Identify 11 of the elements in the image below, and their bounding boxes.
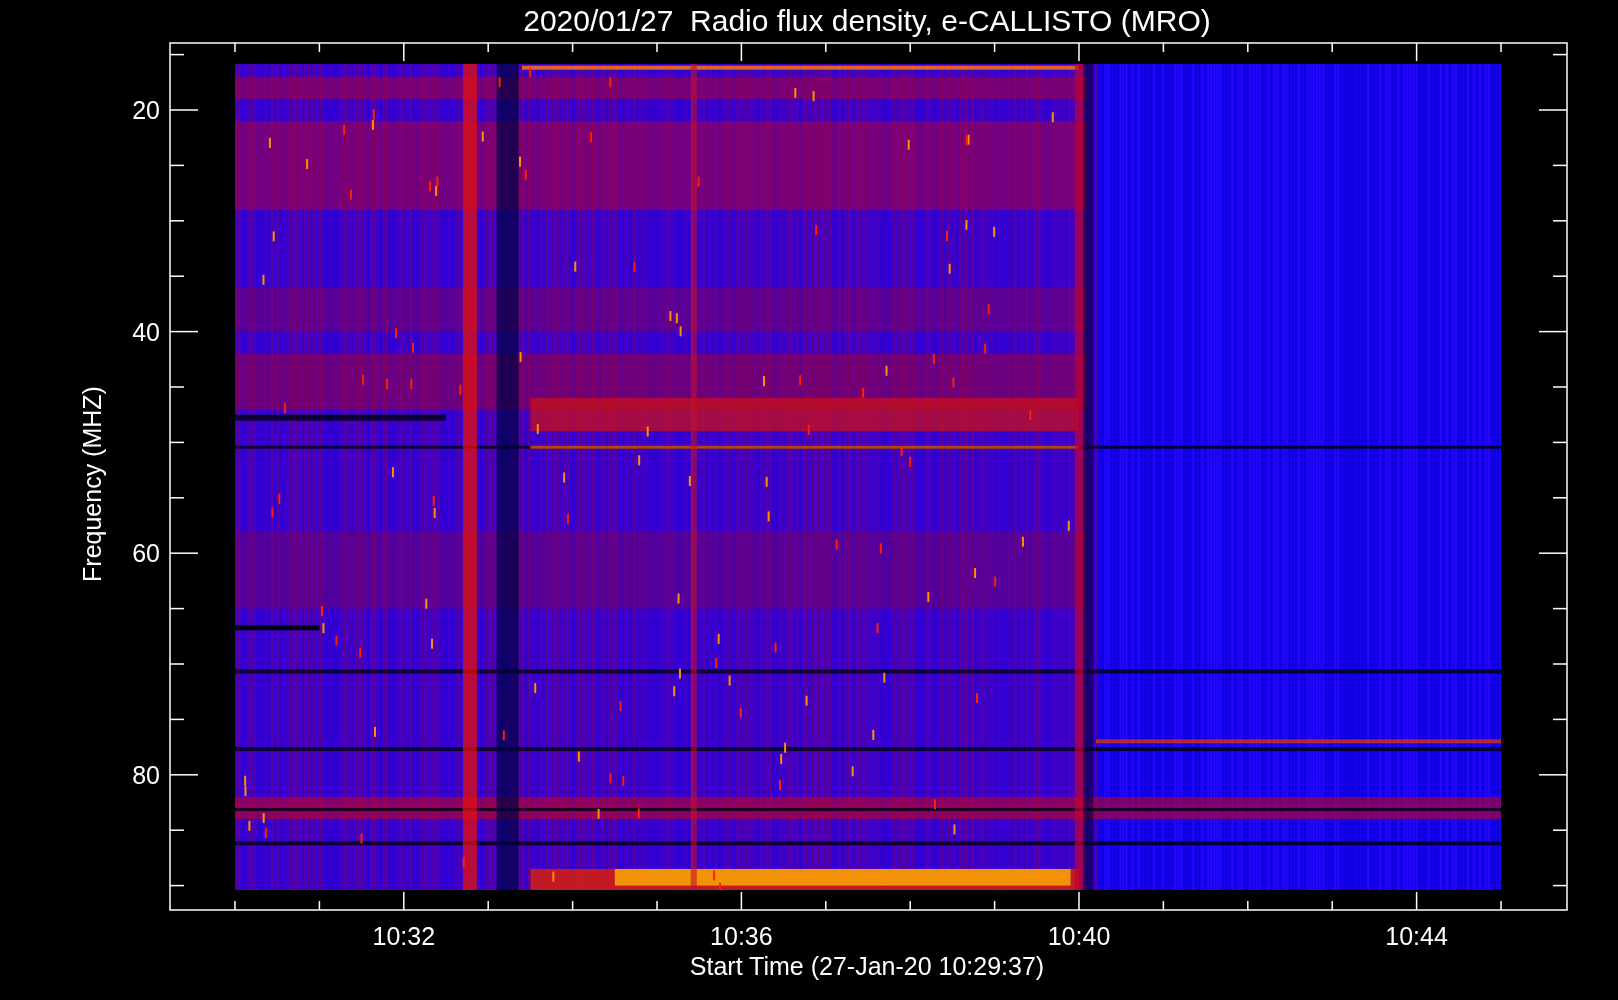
y-tick-label: 40 [132,317,160,346]
x-axis-title: Start Time (27-Jan-20 10:29:37) [689,952,1045,980]
y-tick-label: 60 [132,539,160,568]
y-tick-label: 80 [132,760,160,789]
x-tick-label: 10:40 [1047,922,1111,950]
x-tick-label: 10:36 [710,922,773,950]
x-tick-label: 10:44 [1385,922,1448,950]
y-tick-label: 20 [132,96,160,124]
chart-title: 2020/01/27 Radio flux density, e-CALLISTO (MRO) [523,4,1211,37]
x-tick-label: 10:32 [372,922,436,950]
y-axis-title: Frequency (MHZ) [78,386,106,582]
